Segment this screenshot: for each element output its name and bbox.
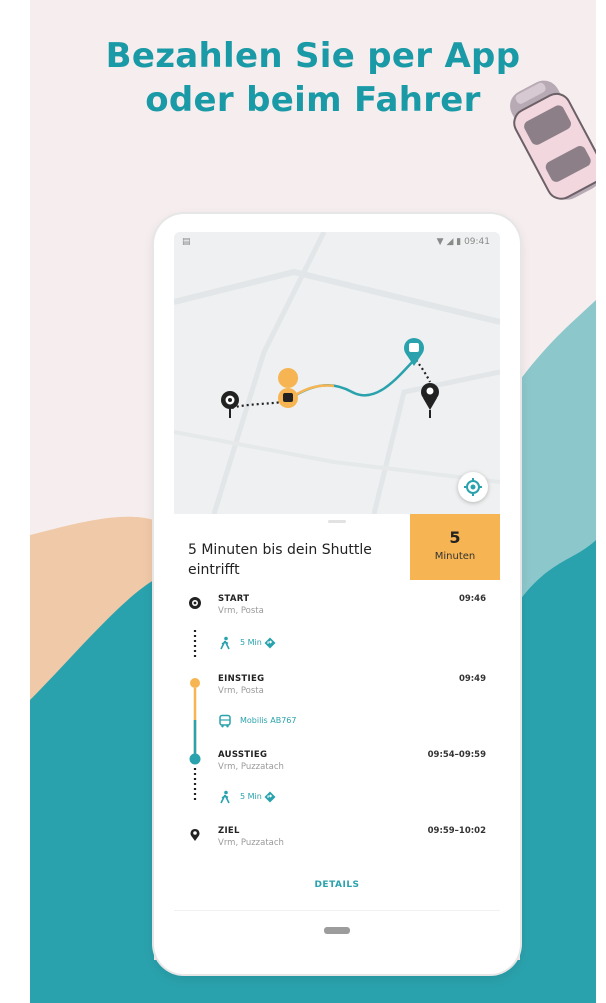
- details-button[interactable]: DETAILS: [174, 880, 500, 890]
- directions-icon[interactable]: [264, 791, 276, 803]
- stop-subtitle: Vrm, Posta: [218, 606, 264, 616]
- walk-icon: [220, 636, 230, 650]
- stop-time: 09:54–09:59: [427, 750, 486, 760]
- locate-button[interactable]: [458, 472, 488, 502]
- map-view[interactable]: ▤ ▼ ◢ ▮ 09:41: [174, 232, 500, 514]
- stop-title: AUSSTIEG: [218, 750, 268, 760]
- battery-icon: ▮: [456, 237, 462, 247]
- directions-icon[interactable]: [264, 637, 276, 649]
- system-nav-bar: [174, 910, 500, 954]
- stop-time: 09:49: [458, 674, 486, 684]
- segment-walk-duration: 5 Min: [240, 792, 262, 801]
- stop-subtitle: Vrm, Puzzatach: [218, 838, 284, 848]
- locate-icon: [464, 478, 482, 496]
- segment-bus-line: Mobilis AB767: [240, 716, 297, 725]
- app-store-screenshot: Bezahlen Sie per App oder beim Fahrer ▤ …: [0, 0, 606, 1003]
- trip-details-sheet: 5 Minuten bis dein Shuttle eintrifft 5 M…: [174, 514, 500, 954]
- pickup-dot-icon: [190, 678, 200, 688]
- stop-title: START: [218, 594, 250, 604]
- stop-einstieg[interactable]: EINSTIEG Vrm, Posta 09:49: [174, 674, 500, 704]
- stop-start[interactable]: START Vrm, Posta 09:46: [174, 594, 500, 624]
- phone-screen: ▤ ▼ ◢ ▮ 09:41 5 Minuten bis dein Shuttle…: [174, 232, 500, 954]
- phone-mockup: ▤ ▼ ◢ ▮ 09:41 5 Minuten bis dein Shuttle…: [154, 214, 520, 974]
- stop-time: 09:46: [458, 594, 486, 604]
- car-illustration-icon: [510, 80, 596, 200]
- signal-icon: ◢: [446, 237, 454, 247]
- status-bar: ▤ ▼ ◢ ▮ 09:41: [174, 232, 500, 254]
- status-time: 09:41: [464, 237, 490, 247]
- stop-subtitle: Vrm, Posta: [218, 686, 264, 696]
- stop-subtitle: Vrm, Puzzatach: [218, 762, 284, 772]
- destination-pin-icon: [190, 828, 200, 841]
- segment-walk-duration: 5 Min: [240, 638, 262, 647]
- stop-title: ZIEL: [218, 826, 240, 836]
- route-map: [174, 232, 500, 514]
- bus-icon: [219, 714, 231, 728]
- wifi-icon: ▼: [436, 237, 444, 247]
- home-gesture-pill[interactable]: [324, 927, 350, 934]
- status-icons: ▼ ◢ ▮ 09:41: [437, 237, 490, 247]
- origin-icon: [189, 597, 201, 609]
- stop-time: 09:59–10:02: [427, 826, 486, 836]
- notification-icon: ▤: [182, 237, 191, 247]
- walk-icon: [220, 790, 230, 804]
- stop-ausstieg[interactable]: AUSSTIEG Vrm, Puzzatach 09:54–09:59: [174, 750, 500, 780]
- stop-title: EINSTIEG: [218, 674, 265, 684]
- promo-poster: Bezahlen Sie per App oder beim Fahrer ▤ …: [30, 0, 596, 1003]
- dropoff-dot-icon: [189, 753, 201, 765]
- stop-ziel[interactable]: ZIEL Vrm, Puzzatach 09:59–10:02: [174, 826, 500, 856]
